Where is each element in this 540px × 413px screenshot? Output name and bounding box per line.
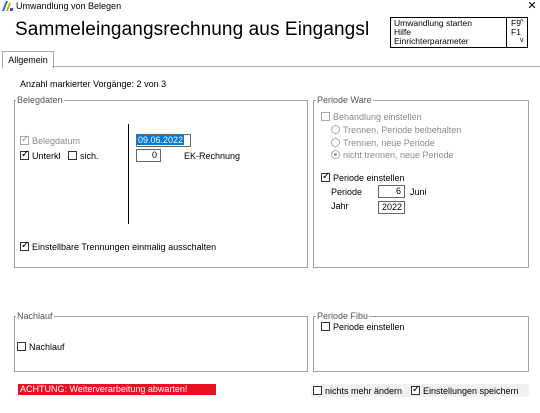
radio-nicht-trennen-label: nicht trennen, neue Periode [343, 150, 454, 160]
radio-trennen-neue[interactable] [331, 138, 340, 147]
tab-allgemein[interactable]: Allgemein [2, 51, 54, 68]
tab-divider [52, 66, 540, 67]
selection-count: Anzahl markierter Vorgänge: 2 von 3 [20, 79, 167, 89]
jahr-label: Jahr [331, 201, 349, 211]
close-icon[interactable]: ✕ [525, 0, 539, 13]
nachlauf-label: Nachlauf [29, 342, 65, 352]
periode-month: Juni [410, 187, 427, 197]
behandlung-checkbox[interactable] [321, 112, 330, 121]
check-icon: ✓ [21, 134, 30, 145]
periode-einstellen-label: Periode einstellen [333, 173, 405, 183]
belegdatum-value: 09.06.2022 [137, 135, 185, 145]
belegdatum-label: Belegdatum [32, 136, 81, 146]
check-icon: ✓ [412, 384, 421, 395]
fibu-periode-checkbox[interactable] [321, 322, 330, 331]
nachlauf-title: Nachlauf [16, 311, 54, 321]
command-key-f1: F1 [511, 27, 521, 37]
page-title: Sammeleingangsrechnung aus Eingangsl [15, 19, 370, 40]
radio-trennen-beibehalten-label: Trennen, Periode beibehalten [343, 125, 462, 135]
belegdaten-title: Belegdaten [16, 95, 64, 105]
belegdaten-divider [128, 124, 129, 224]
nachlauf-checkbox[interactable] [17, 342, 26, 351]
trennungen-checkbox[interactable]: ✓ [20, 240, 30, 251]
radio-trennen-neue-label: Trennen, neue Periode [343, 138, 435, 148]
radio-selected-dot [334, 153, 337, 156]
scroll-down-icon[interactable]: v [520, 37, 524, 44]
fibu-periode-label: Periode einstellen [333, 322, 405, 332]
jahr-input[interactable]: 2022 [378, 201, 405, 214]
periode-ware-title: Periode Ware [316, 95, 373, 105]
app-logo-icon [2, 1, 13, 11]
check-icon: ✓ [21, 240, 30, 251]
warning-banner: ACHTUNG: Weiterverarbeitung abwarten! [18, 384, 216, 395]
command-list[interactable]: Umwandlung starten Hilfe Einrichterparam… [390, 17, 528, 48]
scroll-up-icon[interactable]: ^ [520, 19, 523, 26]
window-title: Umwandlung von Belegen [16, 1, 122, 11]
nichts-mehr-aendern-label: nichts mehr ändern [325, 386, 403, 396]
check-icon: ✓ [322, 171, 331, 182]
ek-rechnung-input[interactable]: 0 [136, 149, 161, 162]
periode-einstellen-checkbox[interactable]: ✓ [321, 171, 331, 182]
check-icon: ✓ [21, 149, 30, 160]
periode-label: Periode [331, 187, 363, 197]
belegdatum-input[interactable]: 09.06.2022 [136, 134, 191, 147]
sich-label: sich. [80, 151, 99, 161]
einstellungen-speichern-checkbox[interactable]: ✓ [411, 384, 421, 395]
title-bar: Umwandlung von Belegen ✕ [0, 0, 540, 13]
sich-checkbox[interactable] [68, 151, 77, 160]
belegdatum-checkbox[interactable]: ✓ [20, 134, 30, 145]
periode-input[interactable]: 6 [378, 185, 405, 198]
command-key-divider [506, 18, 507, 47]
trennungen-label: Einstellbare Trennungen einmalig ausscha… [32, 242, 217, 252]
nichts-mehr-aendern-checkbox[interactable] [313, 386, 322, 395]
radio-nicht-trennen[interactable] [331, 150, 340, 159]
einstellungen-speichern-label: Einstellungen speichern [423, 386, 519, 396]
behandlung-label: Behandlung einstellen [333, 112, 422, 122]
unterkl-label: Unterkl [32, 151, 61, 161]
periode-fibu-title: Periode Fibu [316, 311, 370, 321]
unterkl-checkbox[interactable]: ✓ [20, 149, 30, 160]
ek-rechnung-label: EK-Rechnung [184, 151, 241, 161]
radio-trennen-beibehalten[interactable] [331, 125, 340, 134]
command-setup-parameters[interactable]: Einrichterparameter [394, 37, 469, 46]
